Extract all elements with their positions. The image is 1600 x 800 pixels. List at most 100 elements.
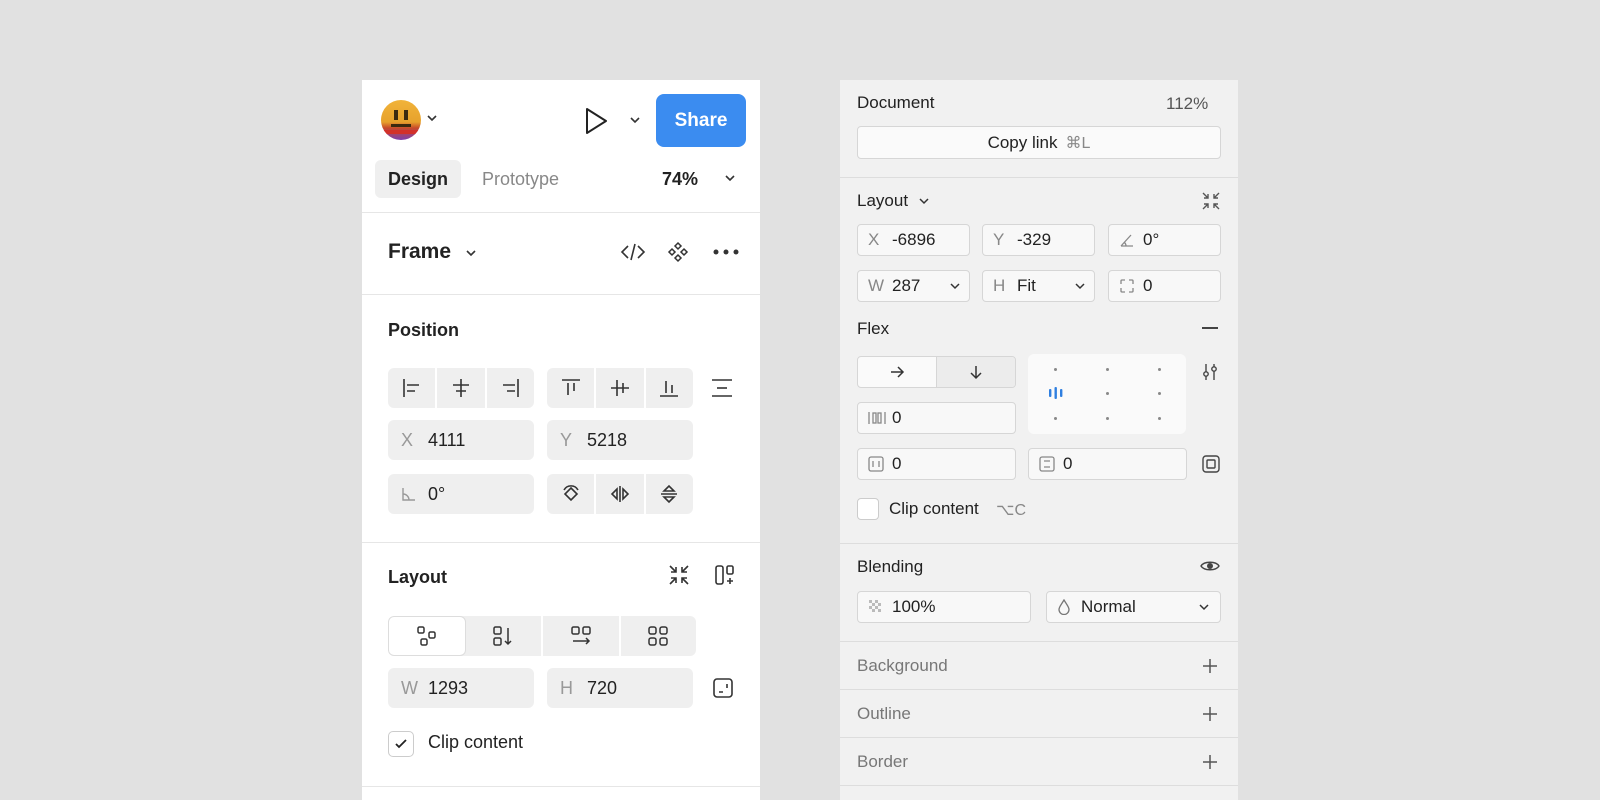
layout-y-field[interactable]: Y -329 <box>982 224 1095 256</box>
play-icon[interactable] <box>582 106 610 136</box>
y-value[interactable]: 5218 <box>587 430 627 451</box>
layout-vertical-button[interactable] <box>466 616 543 656</box>
padding-horizontal-field[interactable]: 0 <box>857 448 1016 480</box>
layout-freeform-button[interactable] <box>388 616 466 656</box>
blend-mode-select[interactable]: Normal <box>1046 591 1221 623</box>
opacity-field[interactable]: 100% <box>857 591 1031 623</box>
border-section[interactable]: Border <box>840 738 1238 785</box>
horizontal-align-group <box>388 368 534 408</box>
h-value[interactable]: Fit <box>1017 276 1074 296</box>
align-middle-button[interactable] <box>596 368 646 408</box>
position-y-field[interactable]: Y 5218 <box>547 420 693 460</box>
layout-rotation-field[interactable]: 0° <box>1108 224 1221 256</box>
opacity-value[interactable]: 100% <box>892 597 935 617</box>
align-dot[interactable] <box>1158 417 1161 420</box>
resize-to-fit-icon[interactable] <box>712 677 734 699</box>
vertical-layout-icon <box>491 624 515 648</box>
outline-section[interactable]: Outline <box>840 690 1238 737</box>
layout-grid-button[interactable] <box>621 616 697 656</box>
rotation-value[interactable]: 0° <box>428 484 445 505</box>
individual-padding-icon[interactable] <box>1201 454 1221 474</box>
height-field[interactable]: H 720 <box>547 668 693 708</box>
corner-radius-field[interactable]: 0 <box>1108 270 1221 302</box>
alignment-grid[interactable] <box>1028 354 1186 434</box>
collapse-icon[interactable] <box>1200 190 1222 212</box>
align-center-h-icon <box>450 377 472 399</box>
padding-horizontal-value[interactable]: 0 <box>892 454 901 474</box>
align-left-button[interactable] <box>388 368 438 408</box>
divider <box>362 542 760 543</box>
clip-content-checkbox[interactable] <box>388 731 414 757</box>
align-selected-icon[interactable] <box>1048 386 1064 400</box>
eye-icon[interactable] <box>1200 559 1220 573</box>
x-value[interactable]: 4111 <box>428 430 465 451</box>
width-field[interactable]: W 1293 <box>388 668 534 708</box>
align-right-button[interactable] <box>487 368 534 408</box>
chevron-down-icon[interactable] <box>629 114 641 126</box>
gap-field[interactable]: 0 <box>857 402 1016 434</box>
layout-horizontal-button[interactable] <box>543 616 621 656</box>
blend-mode-value[interactable]: Normal <box>1081 597 1198 617</box>
share-button[interactable]: Share <box>656 94 746 147</box>
position-x-field[interactable]: X 4111 <box>388 420 534 460</box>
align-center-h-button[interactable] <box>437 368 487 408</box>
flex-settings-icon[interactable] <box>1200 362 1220 382</box>
h-value[interactable]: 720 <box>587 678 617 699</box>
w-value[interactable]: 287 <box>892 276 949 296</box>
layout-title[interactable]: Layout <box>857 191 908 211</box>
align-dot[interactable] <box>1158 392 1161 395</box>
distribute-icon[interactable] <box>710 378 734 398</box>
copy-link-button[interactable]: Copy link ⌘L <box>857 126 1221 159</box>
rotation-value[interactable]: 0° <box>1143 230 1159 250</box>
align-dot[interactable] <box>1054 417 1057 420</box>
align-dot[interactable] <box>1106 392 1109 395</box>
align-dot[interactable] <box>1106 417 1109 420</box>
align-top-button[interactable] <box>547 368 597 408</box>
tab-prototype[interactable]: Prototype <box>469 160 572 198</box>
remove-icon[interactable] <box>1202 327 1218 329</box>
direction-vertical-button[interactable] <box>936 357 1015 387</box>
w-value[interactable]: 1293 <box>428 678 468 699</box>
rotation-field[interactable]: 0° <box>388 474 534 514</box>
plus-icon[interactable] <box>1202 754 1218 770</box>
chevron-down-icon[interactable] <box>1074 280 1086 292</box>
zoom-level[interactable]: 74% <box>662 169 698 190</box>
frame-title[interactable]: Frame <box>388 240 451 264</box>
flip-vertical-button[interactable] <box>646 474 693 514</box>
chevron-down-icon[interactable] <box>465 247 477 259</box>
layout-w-field[interactable]: W 287 <box>857 270 970 302</box>
rotate-button[interactable] <box>547 474 597 514</box>
radius-value[interactable]: 0 <box>1143 276 1152 296</box>
layout-h-field[interactable]: H Fit <box>982 270 1095 302</box>
auto-layout-icon[interactable] <box>714 563 738 587</box>
component-icon[interactable] <box>667 241 689 263</box>
document-zoom[interactable]: 112% <box>1166 94 1208 114</box>
layout-x-field[interactable]: X -6896 <box>857 224 970 256</box>
clip-content-checkbox[interactable] <box>857 498 879 520</box>
chevron-down-icon[interactable] <box>918 195 930 207</box>
align-bottom-button[interactable] <box>646 368 693 408</box>
user-avatar[interactable] <box>381 100 421 140</box>
chevron-down-icon[interactable] <box>426 112 438 124</box>
plus-icon[interactable] <box>1202 706 1218 722</box>
collapse-icon[interactable] <box>667 563 691 587</box>
padding-vertical-value[interactable]: 0 <box>1063 454 1072 474</box>
align-dot[interactable] <box>1158 368 1161 371</box>
direction-horizontal-button[interactable] <box>858 357 936 387</box>
padding-vertical-field[interactable]: 0 <box>1028 448 1187 480</box>
more-icon[interactable] <box>712 248 740 256</box>
x-value[interactable]: -6896 <box>892 230 935 250</box>
flip-horizontal-button[interactable] <box>596 474 646 514</box>
plus-icon[interactable] <box>1202 658 1218 674</box>
tab-design[interactable]: Design <box>375 160 462 198</box>
divider <box>362 212 760 213</box>
y-value[interactable]: -329 <box>1017 230 1051 250</box>
gap-value[interactable]: 0 <box>892 408 901 428</box>
code-icon[interactable] <box>620 241 646 263</box>
align-dot[interactable] <box>1106 368 1109 371</box>
chevron-down-icon[interactable] <box>949 280 961 292</box>
chevron-down-icon[interactable] <box>724 172 736 184</box>
background-section[interactable]: Background <box>840 642 1238 689</box>
chevron-down-icon[interactable] <box>1198 601 1210 613</box>
align-dot[interactable] <box>1054 368 1057 371</box>
